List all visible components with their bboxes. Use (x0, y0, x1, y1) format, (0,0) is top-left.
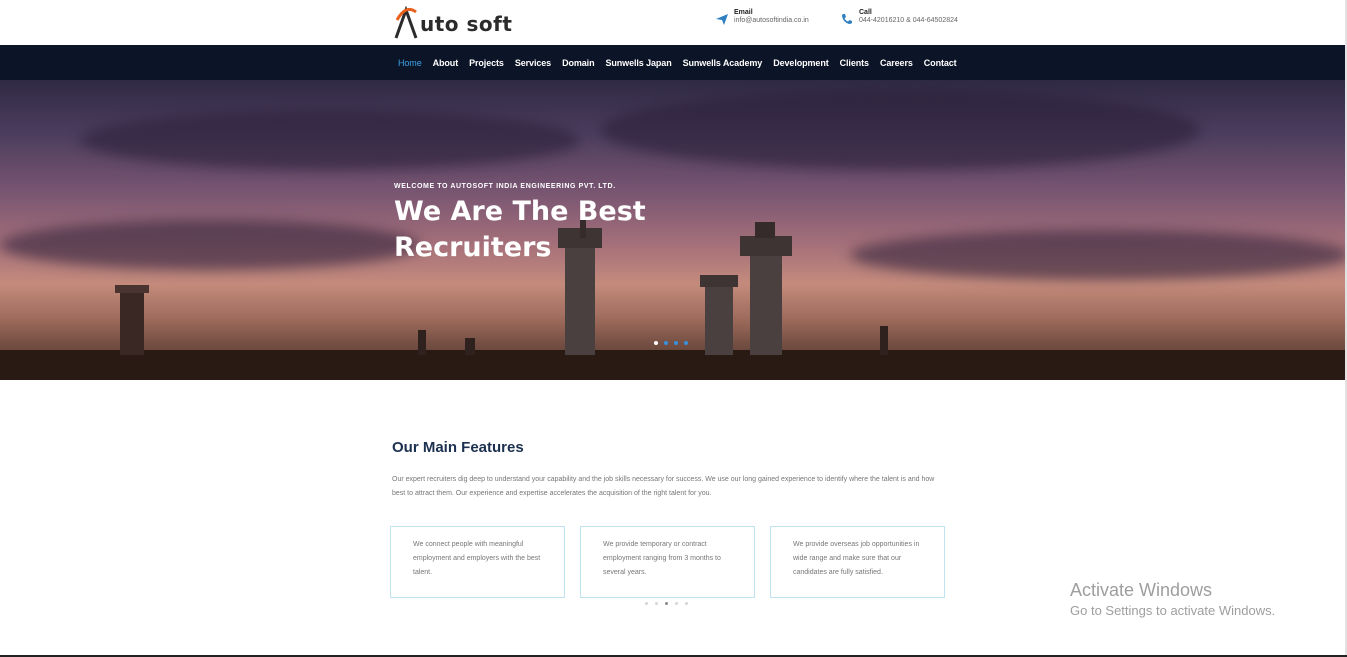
logo-text: uto soft (420, 12, 513, 36)
carousel-dot[interactable] (675, 602, 678, 605)
phone-icon (842, 14, 852, 24)
activate-windows-subtitle: Go to Settings to activate Windows. (1070, 603, 1276, 618)
nav-item-contact[interactable]: Contact (924, 58, 957, 68)
features-heading: Our Main Features (392, 439, 524, 456)
call-label: Call (859, 9, 872, 16)
hero-title: We Are The Best Recruiters (394, 196, 646, 263)
nav-item-careers[interactable]: Careers (880, 58, 913, 68)
slider-dot[interactable] (664, 341, 668, 345)
activate-windows-watermark: Activate Windows Go to Settings to activ… (1070, 579, 1275, 621)
nav-item-projects[interactable]: Projects (469, 58, 504, 68)
carousel-dot[interactable] (655, 602, 658, 605)
hero-slider: WELCOME TO AUTOSOFT INDIA ENGINEERING PV… (0, 80, 1347, 380)
autosoft-logo[interactable]: uto soft (394, 0, 512, 40)
email-label: Email (734, 9, 753, 16)
call-value[interactable]: 044-42016210 & 044-64502824 (859, 17, 958, 25)
site-header: uto soft Email info@autosoftindia.co.in … (0, 0, 1347, 45)
email-contact[interactable]: Email info@autosoftindia.co.in (715, 9, 809, 26)
carousel-dot[interactable] (685, 602, 688, 605)
nav-item-clients[interactable]: Clients (840, 58, 869, 68)
feature-card-text: We connect people with meaningful employ… (413, 541, 541, 576)
call-contact[interactable]: Call 044-42016210 & 044-64502824 (840, 9, 958, 26)
features-description: Our expert recruiters dig deep to unders… (392, 476, 935, 497)
hero-slider-dots (654, 341, 694, 345)
features-carousel-dots (645, 602, 695, 605)
feature-card-text: We provide temporary or contract employm… (603, 541, 721, 576)
hero-subtitle: WELCOME TO AUTOSOFT INDIA ENGINEERING PV… (394, 183, 616, 190)
activate-windows-title: Activate Windows (1070, 580, 1213, 600)
nav-item-sunwells-japan[interactable]: Sunwells Japan (605, 58, 671, 68)
nav-item-sunwells-academy[interactable]: Sunwells Academy (683, 58, 763, 68)
slider-dot[interactable] (674, 341, 678, 345)
nav-item-about[interactable]: About (433, 58, 459, 68)
carousel-dot[interactable] (645, 602, 648, 605)
feature-card: We provide temporary or contract employm… (580, 526, 755, 598)
feature-card: We provide overseas job opportunities in… (770, 526, 945, 598)
logo-a-icon (394, 6, 418, 39)
carousel-dot[interactable] (665, 602, 668, 605)
feature-card-text: We provide overseas job opportunities in… (793, 541, 920, 576)
email-value[interactable]: info@autosoftindia.co.in (734, 17, 809, 25)
paper-plane-icon (716, 14, 728, 25)
main-navigation: Home About Projects Services Domain Sunw… (0, 45, 1347, 80)
slider-dot[interactable] (654, 341, 658, 345)
nav-item-development[interactable]: Development (773, 58, 829, 68)
feature-card: We connect people with meaningful employ… (390, 526, 565, 598)
nav-item-home[interactable]: Home (398, 58, 422, 68)
nav-item-services[interactable]: Services (515, 58, 551, 68)
nav-item-domain[interactable]: Domain (562, 58, 595, 68)
slider-dot[interactable] (684, 341, 688, 345)
